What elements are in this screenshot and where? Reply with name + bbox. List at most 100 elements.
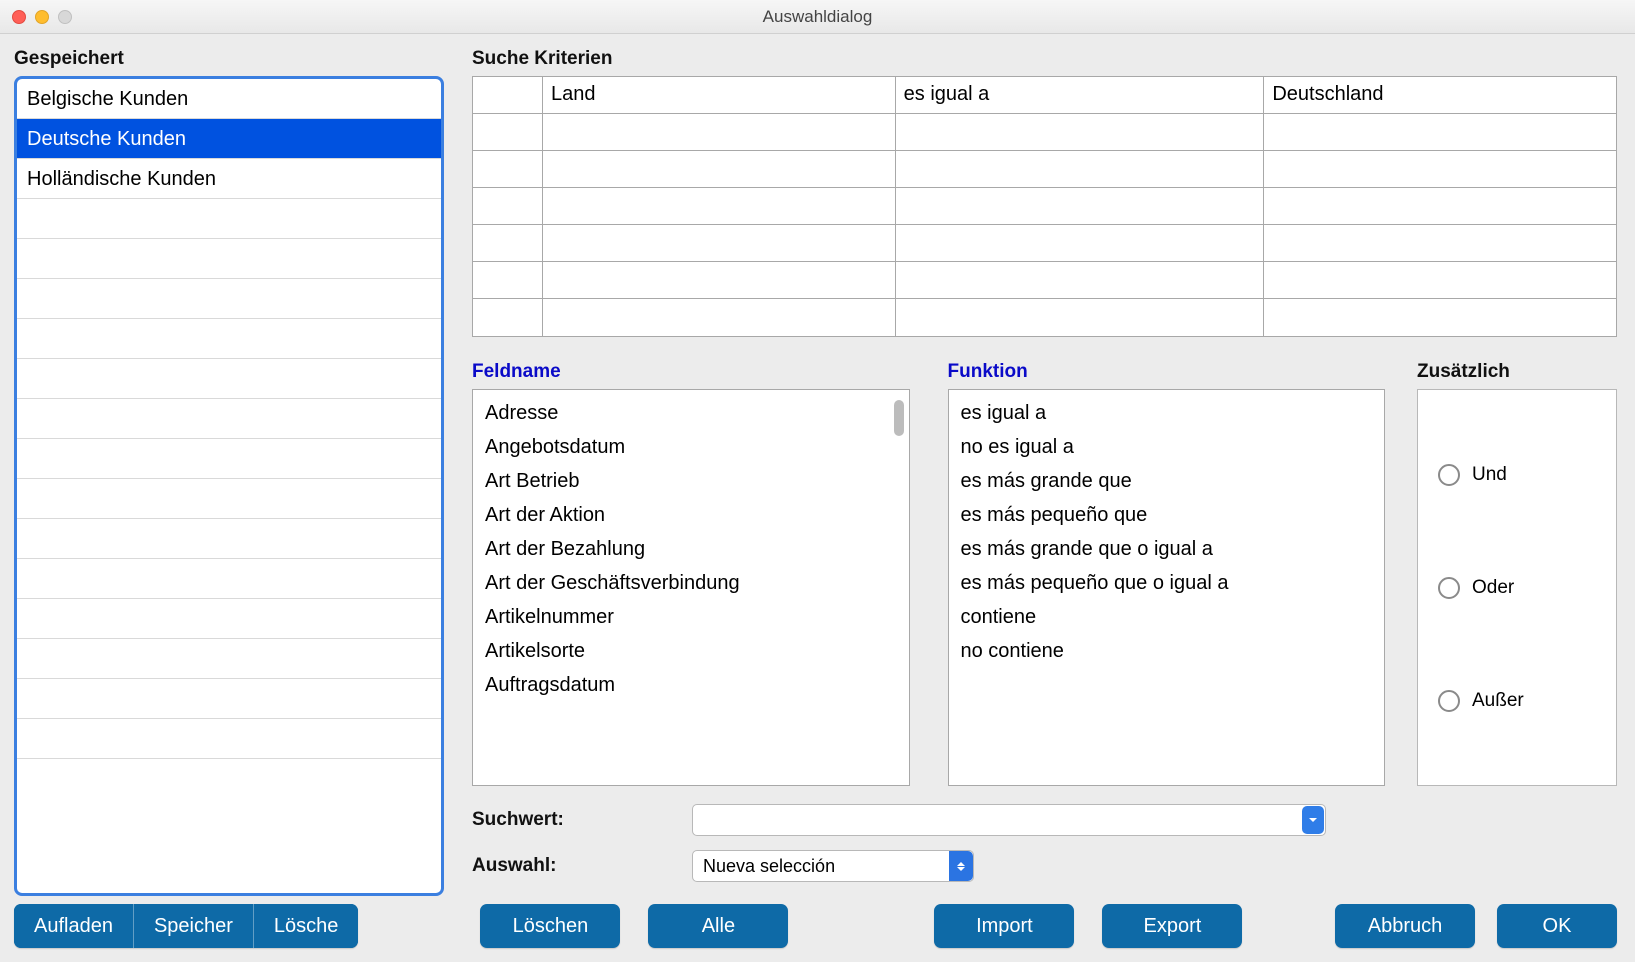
radio-label: Und: [1472, 464, 1507, 486]
criteria-cell-op[interactable]: [473, 151, 543, 187]
criteria-cell-value[interactable]: [1264, 188, 1616, 224]
radio-icon[interactable]: [1438, 690, 1460, 712]
criteria-cell-op[interactable]: [473, 188, 543, 224]
radio-option[interactable]: Und: [1438, 464, 1596, 486]
saved-item[interactable]: [17, 559, 441, 599]
function-item[interactable]: es más pequeño que o igual a: [949, 566, 1385, 600]
fieldname-item[interactable]: Angebotsdatum: [473, 430, 909, 464]
chevron-down-icon[interactable]: [1302, 806, 1324, 834]
criteria-row[interactable]: [473, 151, 1616, 188]
criteria-cell-func[interactable]: [896, 225, 1265, 261]
criteria-cell-field[interactable]: [543, 299, 896, 336]
criteria-cell-op[interactable]: [473, 114, 543, 150]
radio-option[interactable]: Außer: [1438, 690, 1596, 712]
extra-group: Und Oder Außer: [1417, 389, 1617, 786]
loesche-button[interactable]: Lösche: [254, 904, 359, 948]
fieldname-list[interactable]: AdresseAngebotsdatumArt BetriebArt der A…: [472, 389, 910, 786]
radio-icon[interactable]: [1438, 577, 1460, 599]
saved-item[interactable]: [17, 679, 441, 719]
function-item[interactable]: contiene: [949, 600, 1385, 634]
criteria-cell-func[interactable]: [896, 151, 1265, 187]
criteria-cell-func[interactable]: [896, 262, 1265, 298]
aufladen-button[interactable]: Aufladen: [14, 904, 134, 948]
close-window-icon[interactable]: [12, 10, 26, 24]
saved-button-group: Aufladen Speicher Lösche: [14, 904, 358, 948]
saved-item[interactable]: [17, 319, 441, 359]
chevron-updown-icon[interactable]: [949, 851, 973, 881]
criteria-cell-func[interactable]: [896, 299, 1265, 336]
searchvalue-combobox[interactable]: [692, 804, 1326, 836]
criteria-cell-field[interactable]: [543, 225, 896, 261]
criteria-cell-field[interactable]: Land: [543, 77, 896, 113]
criteria-cell-func[interactable]: [896, 188, 1265, 224]
criteria-row[interactable]: [473, 262, 1616, 299]
saved-item[interactable]: [17, 719, 441, 759]
criteria-row[interactable]: Landes igual aDeutschland: [473, 77, 1616, 114]
criteria-row[interactable]: [473, 188, 1616, 225]
radio-option[interactable]: Oder: [1438, 577, 1596, 599]
criteria-cell-value[interactable]: Deutschland: [1264, 77, 1616, 113]
ok-button[interactable]: OK: [1497, 904, 1617, 948]
criteria-cell-func[interactable]: es igual a: [896, 77, 1265, 113]
function-item[interactable]: no es igual a: [949, 430, 1385, 464]
criteria-table[interactable]: Landes igual aDeutschland: [472, 76, 1617, 337]
function-item[interactable]: es igual a: [949, 396, 1385, 430]
criteria-cell-value[interactable]: [1264, 262, 1616, 298]
criteria-cell-op[interactable]: [473, 77, 543, 113]
saved-item[interactable]: [17, 599, 441, 639]
minimize-window-icon[interactable]: [35, 10, 49, 24]
criteria-cell-field[interactable]: [543, 151, 896, 187]
saved-title: Gespeichert: [14, 48, 444, 70]
saved-item[interactable]: [17, 479, 441, 519]
import-button[interactable]: Import: [934, 904, 1074, 948]
saved-item[interactable]: [17, 439, 441, 479]
criteria-cell-value[interactable]: [1264, 151, 1616, 187]
fieldname-item[interactable]: Art Betrieb: [473, 464, 909, 498]
speicher-button[interactable]: Speicher: [134, 904, 254, 948]
criteria-cell-field[interactable]: [543, 114, 896, 150]
fieldname-item[interactable]: Artikelsorte: [473, 634, 909, 668]
scrollbar-thumb[interactable]: [894, 400, 904, 436]
loeschen-button[interactable]: Löschen: [480, 904, 620, 948]
criteria-cell-func[interactable]: [896, 114, 1265, 150]
saved-item[interactable]: Deutsche Kunden: [17, 119, 441, 159]
criteria-cell-op[interactable]: [473, 299, 543, 336]
criteria-cell-field[interactable]: [543, 262, 896, 298]
function-item[interactable]: no contiene: [949, 634, 1385, 668]
saved-item[interactable]: [17, 279, 441, 319]
function-item[interactable]: es más grande que: [949, 464, 1385, 498]
function-list[interactable]: es igual ano es igual aes más grande que…: [948, 389, 1386, 786]
criteria-cell-op[interactable]: [473, 225, 543, 261]
criteria-cell-value[interactable]: [1264, 299, 1616, 336]
saved-item[interactable]: [17, 199, 441, 239]
criteria-cell-value[interactable]: [1264, 225, 1616, 261]
saved-item[interactable]: Belgische Kunden: [17, 79, 441, 119]
alle-button[interactable]: Alle: [648, 904, 788, 948]
saved-item[interactable]: [17, 239, 441, 279]
abbruch-button[interactable]: Abbruch: [1335, 904, 1475, 948]
saved-list[interactable]: Belgische KundenDeutsche KundenHolländis…: [14, 76, 444, 896]
fieldname-item[interactable]: Art der Bezahlung: [473, 532, 909, 566]
criteria-cell-field[interactable]: [543, 188, 896, 224]
saved-item[interactable]: [17, 359, 441, 399]
fieldname-item[interactable]: Adresse: [473, 396, 909, 430]
function-item[interactable]: es más pequeño que: [949, 498, 1385, 532]
selection-combobox[interactable]: Nueva selección: [692, 850, 974, 882]
fieldname-item[interactable]: Art der Geschäftsverbindung: [473, 566, 909, 600]
fieldname-item[interactable]: Art der Aktion: [473, 498, 909, 532]
criteria-row[interactable]: [473, 299, 1616, 336]
fieldname-item[interactable]: Auftragsdatum: [473, 668, 909, 702]
criteria-cell-op[interactable]: [473, 262, 543, 298]
criteria-title: Suche Kriterien: [472, 48, 1617, 70]
export-button[interactable]: Export: [1102, 904, 1242, 948]
saved-item[interactable]: [17, 639, 441, 679]
saved-item[interactable]: [17, 399, 441, 439]
radio-icon[interactable]: [1438, 464, 1460, 486]
criteria-cell-value[interactable]: [1264, 114, 1616, 150]
saved-item[interactable]: Holländische Kunden: [17, 159, 441, 199]
fieldname-item[interactable]: Artikelnummer: [473, 600, 909, 634]
criteria-row[interactable]: [473, 225, 1616, 262]
saved-item[interactable]: [17, 519, 441, 559]
function-item[interactable]: es más grande que o igual a: [949, 532, 1385, 566]
criteria-row[interactable]: [473, 114, 1616, 151]
